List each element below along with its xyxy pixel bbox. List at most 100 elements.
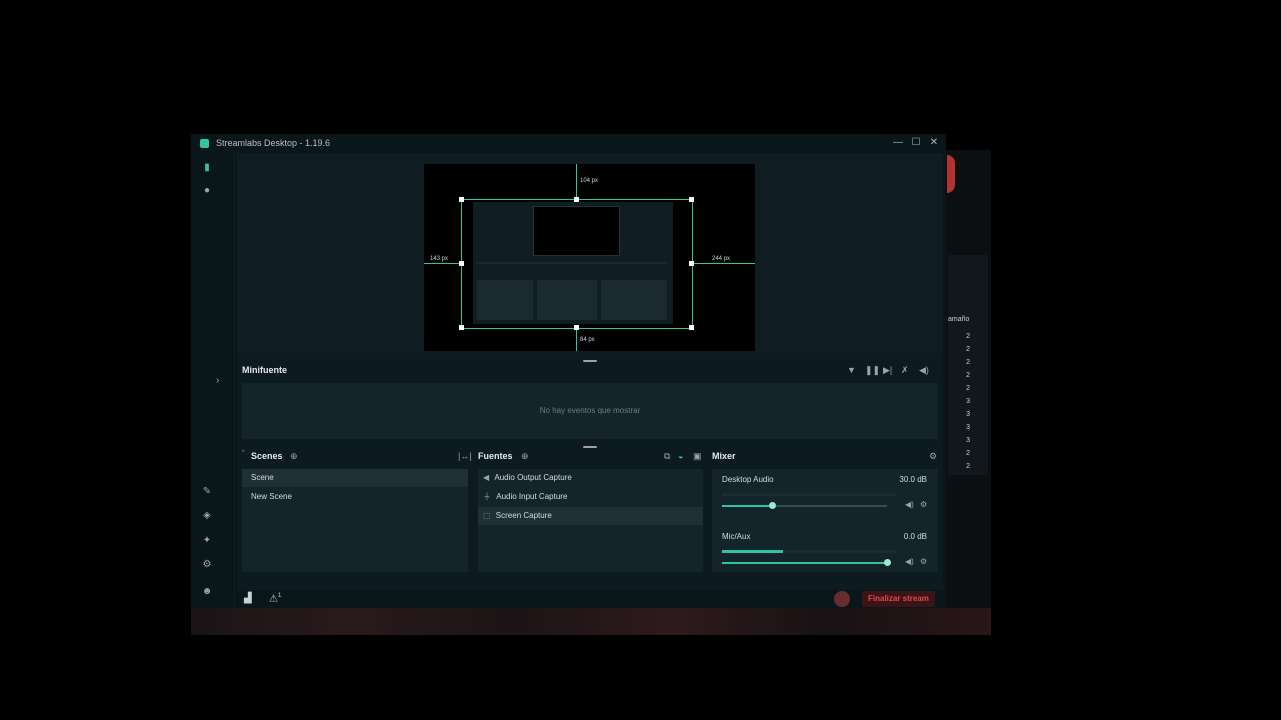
resize-grip[interactable] <box>583 446 597 448</box>
guide-line-left <box>424 263 461 264</box>
resize-handle[interactable] <box>689 325 694 330</box>
channel-name: Mic/Aux <box>722 532 751 541</box>
alert-count: 1 <box>277 593 282 599</box>
desktop-background-art <box>947 155 955 193</box>
add-scene-icon[interactable]: ⊕ <box>290 451 298 462</box>
empty-events-text: No hay eventos que mostrar <box>539 406 641 415</box>
resize-handle[interactable] <box>574 197 579 202</box>
event-feed: No hay eventos que mostrar <box>242 383 938 439</box>
volume-meter-fill <box>722 550 784 553</box>
channel-volume-value: 30.0 dB <box>899 475 927 484</box>
resize-handle[interactable] <box>689 261 694 266</box>
close-button[interactable]: ✕ <box>927 137 941 148</box>
bg-number: 2 <box>966 359 970 366</box>
bg-number: 3 <box>966 398 970 405</box>
folder-icon[interactable]: ▣ <box>693 451 702 462</box>
scene-label: New Scene <box>251 492 292 501</box>
streamlabs-window: Streamlabs Desktop - 1.19.6 — ☐ ✕ ▮ ● ✎ … <box>191 134 946 608</box>
highlighter-icon[interactable]: ✎ <box>201 486 213 498</box>
list-item[interactable]: ◀ Audio Output Capture <box>478 469 703 487</box>
mixer-title: Mixer <box>712 451 736 461</box>
add-source-icon[interactable]: ⊕ <box>521 451 529 462</box>
channel-settings-gear-icon[interactable]: ⚙ <box>920 500 927 509</box>
guide-line-top <box>576 164 577 199</box>
source-label: Screen Capture <box>495 511 552 520</box>
source-label: Audio Output Capture <box>494 473 572 482</box>
speaker-mute-icon[interactable]: ◀) <box>905 500 914 509</box>
bg-number: 2 <box>966 385 970 392</box>
guide-line-bottom <box>576 328 577 351</box>
list-item[interactable]: New Scene <box>242 488 468 506</box>
volume-meter <box>722 550 897 553</box>
volume-slider-fill <box>722 562 887 564</box>
list-item[interactable]: ⬚ Screen Capture <box>478 507 703 525</box>
channel-name: Desktop Audio <box>722 475 774 484</box>
list-item[interactable]: Scene <box>242 469 468 487</box>
bg-number: 2 <box>966 450 970 457</box>
bg-number: 2 <box>966 463 970 470</box>
end-stream-button[interactable]: Finalizar stream <box>862 591 935 607</box>
background-partial-label: amaño <box>948 316 970 323</box>
scene-label: Scene <box>251 473 274 482</box>
resize-handle[interactable] <box>459 325 464 330</box>
effects-icon[interactable]: ✦ <box>201 535 213 547</box>
performance-chart-icon[interactable]: ▟ <box>244 593 252 604</box>
chevron-right-icon[interactable]: › <box>216 375 219 386</box>
minimize-button[interactable]: — <box>891 137 905 148</box>
record-button[interactable] <box>834 591 850 607</box>
channel-settings-gear-icon[interactable]: ⚙ <box>920 557 927 566</box>
title-bar[interactable]: Streamlabs Desktop - 1.19.6 — ☐ ✕ <box>191 134 946 153</box>
editor-icon[interactable]: ▮ <box>201 162 213 174</box>
volume-slider[interactable] <box>722 559 891 566</box>
bg-number: 3 <box>966 437 970 444</box>
screen-capture-icon: ⬚ <box>483 511 491 520</box>
scene-transitions-icon[interactable]: |↔| <box>458 451 472 461</box>
editor-main: 104 px 143 px 244 px 84 px › Minifuente … <box>216 153 943 608</box>
mute-events-icon[interactable]: ✗ <box>901 365 909 376</box>
volume-slider-knob[interactable] <box>768 502 776 509</box>
alert-warning-icon[interactable]: ⚠1 <box>269 593 281 604</box>
resize-handle[interactable] <box>459 197 464 202</box>
resize-handle[interactable] <box>574 325 579 330</box>
sources-group-icon[interactable]: ◒ <box>678 451 683 461</box>
volume-slider-knob[interactable] <box>884 559 891 566</box>
apps-icon[interactable]: ◈ <box>201 510 213 522</box>
scenes-title: Scenes <box>251 451 283 461</box>
pause-icon[interactable]: ❚❚ <box>865 365 880 376</box>
volume-slider[interactable] <box>722 502 887 509</box>
bg-number: 2 <box>966 346 970 353</box>
themes-icon[interactable]: ● <box>201 185 213 197</box>
stream-preview[interactable]: 104 px 143 px 244 px 84 px <box>237 153 943 353</box>
maximize-button[interactable]: ☐ <box>909 137 923 148</box>
source-label: Audio Input Capture <box>496 492 568 501</box>
speaker-mute-icon[interactable]: ◀) <box>905 557 914 566</box>
user-profile-icon[interactable]: ☻ <box>201 586 213 598</box>
filter-icon[interactable]: ▼ <box>847 365 856 375</box>
bg-number: 2 <box>966 333 970 340</box>
scenes-list: Scene New Scene <box>242 469 468 572</box>
bg-number: 3 <box>966 411 970 418</box>
mixer-settings-gear-icon[interactable]: ⚙ <box>929 451 937 462</box>
resize-handle[interactable] <box>689 197 694 202</box>
dimension-top-label: 104 px <box>580 178 599 184</box>
resize-handle[interactable] <box>459 261 464 266</box>
skip-icon[interactable]: ▶| <box>883 365 892 376</box>
chevron-down-icon[interactable]: ˇ <box>242 451 244 458</box>
status-footer: ▟ ⚠1 Finalizar stream <box>237 590 943 608</box>
preview-canvas[interactable]: 104 px 143 px 244 px 84 px <box>424 164 755 351</box>
window-title: Streamlabs Desktop - 1.19.6 <box>216 138 331 148</box>
volume-meter <box>722 493 897 496</box>
resize-grip[interactable] <box>583 360 597 362</box>
list-item[interactable]: ⏚ Audio Input Capture <box>478 488 703 506</box>
sources-list: ◀ Audio Output Capture ⏚ Audio Input Cap… <box>478 469 703 572</box>
dimension-left-label: 143 px <box>430 256 449 262</box>
settings-gear-icon[interactable]: ⚙ <box>201 559 213 571</box>
channel-volume-value: 0.0 dB <box>903 532 927 541</box>
selection-box[interactable] <box>461 199 693 329</box>
source-settings-icon[interactable]: ⧉ <box>664 451 670 462</box>
volume-icon[interactable]: ◀) <box>919 365 929 376</box>
dimension-bottom-label: 84 px <box>580 337 595 343</box>
guide-line-right <box>692 263 755 264</box>
bg-number: 3 <box>966 424 970 431</box>
background-window-column: 2 2 2 2 2 3 3 3 3 2 2 <box>948 255 988 475</box>
